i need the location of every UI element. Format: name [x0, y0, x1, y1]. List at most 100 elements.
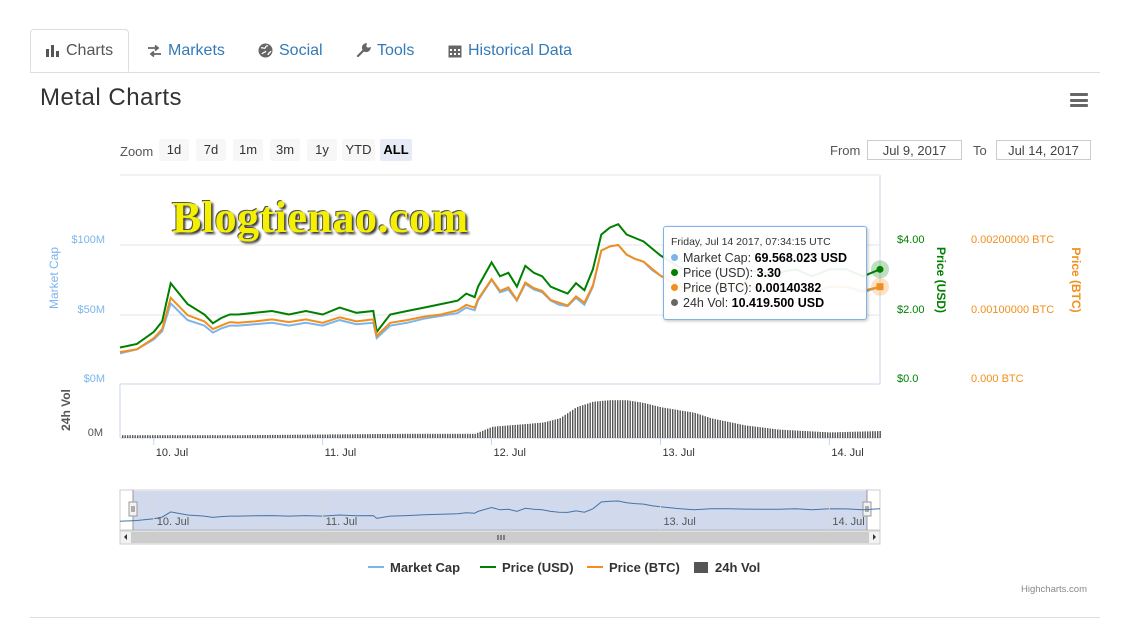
volume-bar [642, 402, 644, 438]
volume-bar [717, 419, 719, 438]
volume-bar [702, 415, 704, 438]
volume-bar [657, 406, 659, 438]
volume-bar [572, 409, 574, 438]
volume-bar [477, 432, 479, 438]
volume-bar [712, 418, 714, 438]
volume-bar [399, 433, 401, 438]
volume-bar [592, 401, 594, 438]
volume-bar [687, 411, 689, 438]
tooltip-row-volume: 24h Vol: 10.419.500 USD [671, 296, 866, 311]
legend-item-market-cap[interactable]: Market Cap [368, 560, 460, 575]
volume-bar [619, 400, 621, 438]
volume-bar [262, 435, 264, 438]
volume-bar [562, 416, 564, 438]
volume-bar [507, 425, 509, 438]
navigator[interactable]: 10. Jul 11. Jul 13. Jul 14. Jul [119, 489, 881, 545]
volume-bar [439, 433, 441, 438]
volume-bar [212, 435, 214, 438]
bottom-divider [30, 617, 1100, 618]
volume-bar [412, 433, 414, 438]
volume-bar [652, 405, 654, 438]
volume-bar [127, 435, 129, 438]
x-tick-label: 11. Jul [325, 447, 357, 459]
volume-bar [539, 422, 541, 438]
volume-bar [857, 431, 859, 438]
volume-bar [784, 429, 786, 438]
volume-bar [599, 401, 601, 438]
volume-bar [697, 413, 699, 438]
volume-bar [807, 431, 809, 438]
volume-bar [554, 419, 556, 438]
price-usd-tick-label: $2.00 [897, 304, 925, 316]
volume-bar [812, 431, 814, 438]
legend-item-price-usd[interactable]: Price (USD) [480, 560, 574, 575]
volume-bar [794, 430, 796, 438]
navigator-scrollbar[interactable] [119, 530, 881, 545]
market-cap-axis-title: Market Cap [47, 247, 61, 309]
volume-bar [277, 434, 279, 438]
volume-bar [634, 401, 636, 438]
volume-bar [192, 435, 194, 438]
legend-item-price-btc[interactable]: Price (BTC) [587, 560, 680, 575]
volume-bar [189, 435, 191, 438]
volume-bar [199, 435, 201, 438]
volume-bar [839, 432, 841, 438]
volume-bar [239, 435, 241, 438]
volume-bar [489, 427, 491, 438]
volume-bar [522, 424, 524, 438]
volume-bar [474, 433, 476, 438]
volume-bar [462, 433, 464, 438]
navigator-left-handle[interactable] [128, 501, 138, 517]
volume-bar [369, 434, 371, 438]
volume-bar [349, 434, 351, 438]
volume-bar [674, 409, 676, 438]
volume-bar [442, 433, 444, 438]
volume-bar [502, 425, 504, 438]
volume-bar [329, 434, 331, 438]
volume-bar [182, 435, 184, 438]
volume-bar [764, 427, 766, 438]
volume-bar [122, 435, 124, 438]
volume-bar [204, 435, 206, 438]
volume-bar [307, 434, 309, 438]
volume-bar [407, 433, 409, 438]
volume-bar [372, 434, 374, 438]
volume-bar [252, 435, 254, 438]
volume-bar [382, 434, 384, 438]
volume-bar [692, 412, 694, 438]
volume-bar [194, 435, 196, 438]
volume-bar [129, 435, 131, 438]
volume-bar [312, 434, 314, 438]
volume-bar [872, 431, 874, 438]
price-btc-tick-label: 0.00100000 BTC [971, 304, 1054, 316]
volume-bar [137, 435, 139, 438]
volume-bar [314, 434, 316, 438]
volume-bar [337, 434, 339, 438]
x-tick-label: 14. Jul [831, 447, 863, 459]
volume-bar [497, 426, 499, 438]
volume-bar [694, 412, 696, 438]
highcharts-credits[interactable]: Highcharts.com [1021, 584, 1087, 595]
volume-bar [567, 413, 569, 438]
volume-bar [519, 424, 521, 438]
volume-bar [297, 434, 299, 438]
volume-bar [774, 429, 776, 438]
volume-bar [327, 434, 329, 438]
volume-bar [677, 409, 679, 438]
price-btc-tick-label: 0.000 BTC [971, 373, 1024, 385]
volume-bar [804, 431, 806, 438]
volume-bar [457, 433, 459, 438]
volume-bars [122, 400, 881, 438]
legend-item-volume[interactable]: 24h Vol [694, 560, 760, 575]
volume-bar [532, 423, 534, 438]
volume-bar [454, 433, 456, 438]
volume-bar [782, 429, 784, 438]
price-chart[interactable]: 10. Jul 11. Jul 12. Jul 13. Jul 14. Jul $0M $5… [0, 0, 1144, 624]
volume-bar [559, 418, 561, 438]
volume-bar [229, 435, 231, 438]
volume-bar [384, 434, 386, 438]
volume-bar [517, 424, 519, 438]
volume-bar [739, 424, 741, 438]
volume-bar [744, 425, 746, 438]
volume-bar [822, 432, 824, 438]
